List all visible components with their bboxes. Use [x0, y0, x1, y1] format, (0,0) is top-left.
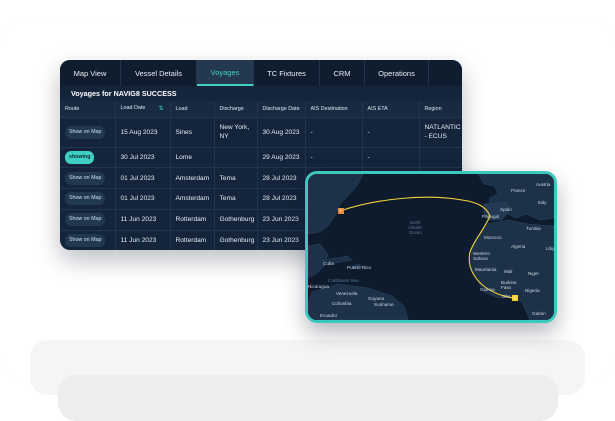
showing-badge[interactable]: showing [65, 150, 95, 164]
cell-load: Amsterdam [170, 188, 215, 210]
show-on-map-button[interactable]: Show on Map [65, 234, 106, 248]
place-label: Suriname [374, 302, 394, 307]
place-label: Tunisia [526, 226, 541, 231]
cell-load-date: 01 Jul 2023 [115, 167, 171, 189]
cell-load-date: 11 Jun 2023 [115, 208, 171, 231]
col-route[interactable]: Route [60, 101, 116, 117]
sort-arrows-icon[interactable]: ⇅ [158, 105, 163, 112]
col-region[interactable]: Region [419, 101, 462, 117]
sea-label: Caribbean Sea [328, 278, 359, 283]
cell-region: NATLANTIC - ECUS [419, 116, 462, 147]
place-label: Puerto Rico [347, 265, 372, 270]
show-on-map-button[interactable]: Show on Map [65, 192, 106, 206]
cell-ais-eta: - [362, 146, 420, 168]
cell-discharge-date: 29 Aug 2023 [257, 146, 306, 168]
cell-load: Rotterdam [170, 229, 215, 250]
table-row[interactable]: Show on Map 15 Aug 2023 Sines New York, … [60, 116, 462, 147]
origin-port-marker[interactable]: P [338, 208, 344, 214]
show-on-map-button[interactable]: Show on Map [65, 125, 106, 139]
place-label: Nicaragua [308, 284, 329, 289]
show-on-map-button[interactable]: Show on Map [65, 213, 106, 227]
destination-port-marker[interactable]: L [512, 295, 518, 301]
cell-discharge-date: 28 Jul 2023 [257, 188, 306, 210]
place-label: France [511, 188, 526, 193]
place-label: Morocco [484, 235, 502, 240]
place-label: Western Sahara [473, 251, 491, 261]
ocean-label: North Atlantic Ocean [408, 220, 422, 235]
place-label: Nigeria [525, 288, 540, 293]
cell-load-date: 15 Aug 2023 [115, 116, 171, 147]
place-label: Cuba [323, 261, 334, 266]
voyages-title: Voyages for NAVIG8 SUCCESS [71, 89, 177, 98]
show-on-map-button[interactable]: Show on Map [65, 171, 106, 185]
place-label: Colombia [332, 301, 352, 306]
place-label: Austria [536, 182, 551, 187]
place-label: Venezuela [336, 291, 358, 296]
ocean-label-line: Ocean [408, 230, 422, 235]
place-label: Gha [502, 294, 511, 299]
cell-load-date: 01 Jul 2023 [115, 188, 171, 210]
cell-ais-destination: - [305, 116, 363, 147]
tab-bar: Map View Vessel Details Voyages TC Fixtu… [60, 60, 462, 86]
tab-tc-fixtures[interactable]: TC Fixtures [254, 60, 320, 86]
cell-load: Sines [170, 116, 215, 147]
col-load[interactable]: Load [170, 101, 215, 117]
cell-discharge-date: 28 Jul 2023 [257, 167, 306, 189]
cell-discharge-date: 23 Jun 2023 [257, 229, 306, 250]
place-label: Portugal [482, 214, 500, 219]
cell-ais-eta: - [362, 116, 420, 147]
place-label: Niger [528, 271, 539, 276]
col-load-date[interactable]: Load Date ⇅ [115, 101, 171, 117]
cell-load: Rotterdam [170, 208, 215, 231]
cell-ais-destination: - [305, 146, 363, 168]
place-label: Algeria [511, 244, 526, 249]
cell-region [419, 146, 462, 168]
tab-operations[interactable]: Operations [365, 60, 429, 86]
cell-load-date: 30 Jul 2023 [115, 146, 171, 168]
col-ais-eta[interactable]: AIS ETA [362, 101, 420, 117]
backdrop-shelf-lower [58, 375, 558, 421]
cell-discharge: Tema [214, 188, 258, 210]
place-label: Ecuador [320, 313, 338, 318]
cell-load: Lome [170, 146, 215, 168]
tab-voyages[interactable]: Voyages [197, 60, 254, 86]
cell-load: Amsterdam [170, 167, 215, 189]
voyage-map[interactable]: P L North Atlantic Ocean Caribbean Sea F… [305, 171, 557, 323]
col-ais-destination[interactable]: AIS Destination [305, 101, 363, 117]
place-label: Mauritania [475, 267, 497, 272]
place-label: Mali [504, 269, 513, 274]
cell-discharge-date: 23 Jun 2023 [257, 208, 306, 231]
place-label: Spain [500, 207, 512, 212]
stage: Map View Vessel Details Voyages TC Fixtu… [0, 0, 615, 421]
place-label: Italy [538, 200, 547, 205]
cell-load-date: 11 Jun 2023 [115, 229, 171, 250]
place-label: Libya [546, 246, 557, 251]
table-row[interactable]: showing 30 Jul 2023 Lome 29 Aug 2023 - - [60, 146, 462, 168]
col-discharge[interactable]: Discharge [214, 101, 258, 117]
tab-crm[interactable]: CRM [320, 60, 365, 86]
cell-discharge: Gothenburg [214, 229, 258, 250]
cell-discharge: Gothenburg [214, 208, 258, 231]
cell-discharge-date: 30 Aug 2023 [257, 116, 306, 147]
place-label: Burkina Faso [501, 280, 517, 290]
col-discharge-date[interactable]: Discharge Date [257, 101, 306, 117]
tab-map-view[interactable]: Map View [60, 60, 121, 86]
tab-vessel-details[interactable]: Vessel Details [121, 60, 197, 86]
table-header-row: Route Load Date ⇅ Load Discharge Discharg… [60, 101, 462, 117]
cell-discharge: Tema [214, 167, 258, 189]
place-label: Guyana [368, 296, 385, 301]
col-load-date-label: Load Date [120, 105, 146, 112]
tab-bar-filler [429, 60, 462, 86]
cell-discharge [214, 146, 258, 168]
place-label: Gabon [532, 311, 546, 316]
place-label: Guinea [480, 287, 495, 292]
cell-discharge: New York, NY [214, 116, 258, 147]
